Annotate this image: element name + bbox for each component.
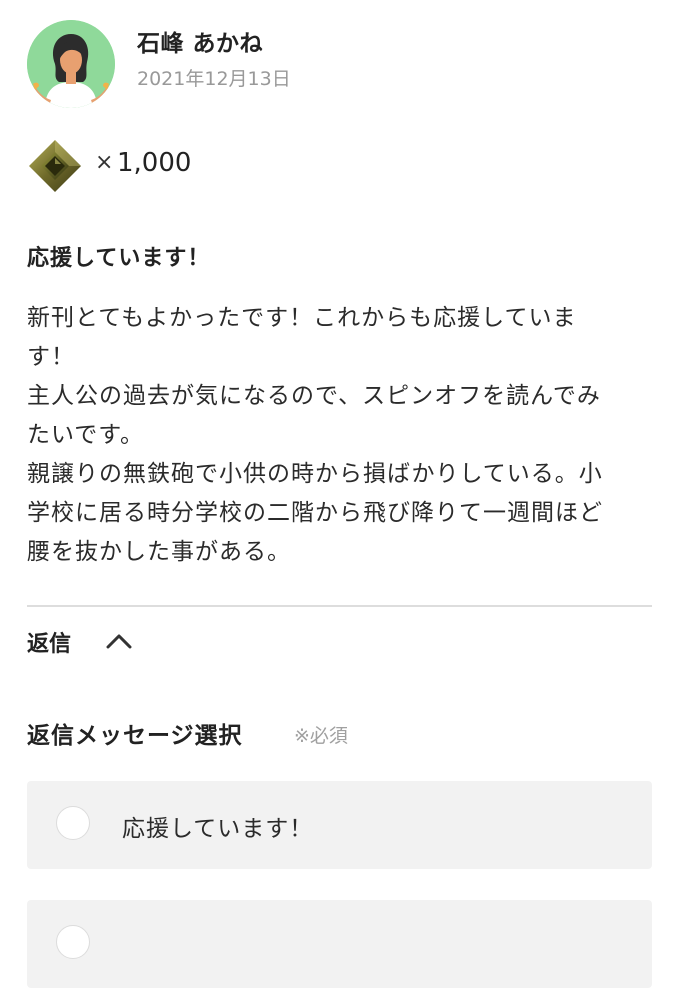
radio-button[interactable]: [56, 806, 90, 840]
message-title: 応援しています！: [27, 246, 211, 271]
reply-select-title: 返信メッセージ選択: [27, 723, 243, 749]
reply-label: 返信: [27, 632, 72, 657]
reply-option[interactable]: 応援しています！: [27, 781, 652, 869]
message-body: 新刊とてもよかったです！これからも応援していま す！ 主人公の過去が気になるので…: [27, 299, 652, 572]
message-line: 学校に居る時分学校の二階から飛び降りて一週間ほど: [27, 500, 603, 526]
message-line: 主人公の過去が気になるので、スピンオフを読んでみ: [27, 383, 601, 409]
user-name[interactable]: 石峰 あかね: [137, 24, 263, 58]
gift-row: × 1,000: [27, 138, 327, 194]
reply-option-label: 応援しています！: [122, 816, 314, 842]
post-header: 石峰 あかね 2021年12月13日: [27, 20, 647, 110]
divider: [27, 605, 652, 607]
woman-avatar-icon: [27, 20, 115, 108]
chevron-up-icon[interactable]: [105, 630, 133, 652]
message-line: 新刊とてもよかったです！これからも応援していま: [27, 305, 577, 331]
message-line: す！: [27, 344, 75, 370]
message-line: 腰を抜かした事がある。: [27, 539, 291, 565]
required-note: ※必須: [294, 725, 348, 747]
gift-amount: 1,000: [117, 148, 192, 178]
message-line: 親譲りの無鉄砲で小供の時から損ばかりしている。小: [27, 461, 603, 487]
reply-option[interactable]: [27, 900, 652, 988]
radio-button[interactable]: [56, 925, 90, 959]
reply-toggle[interactable]: 返信: [27, 620, 227, 664]
avatar[interactable]: [27, 20, 115, 108]
gem-item-icon: [27, 138, 83, 194]
message-line: たいです。: [27, 422, 145, 448]
gift-times-symbol: ×: [95, 150, 114, 175]
post-date: 2021年12月13日: [137, 68, 291, 90]
